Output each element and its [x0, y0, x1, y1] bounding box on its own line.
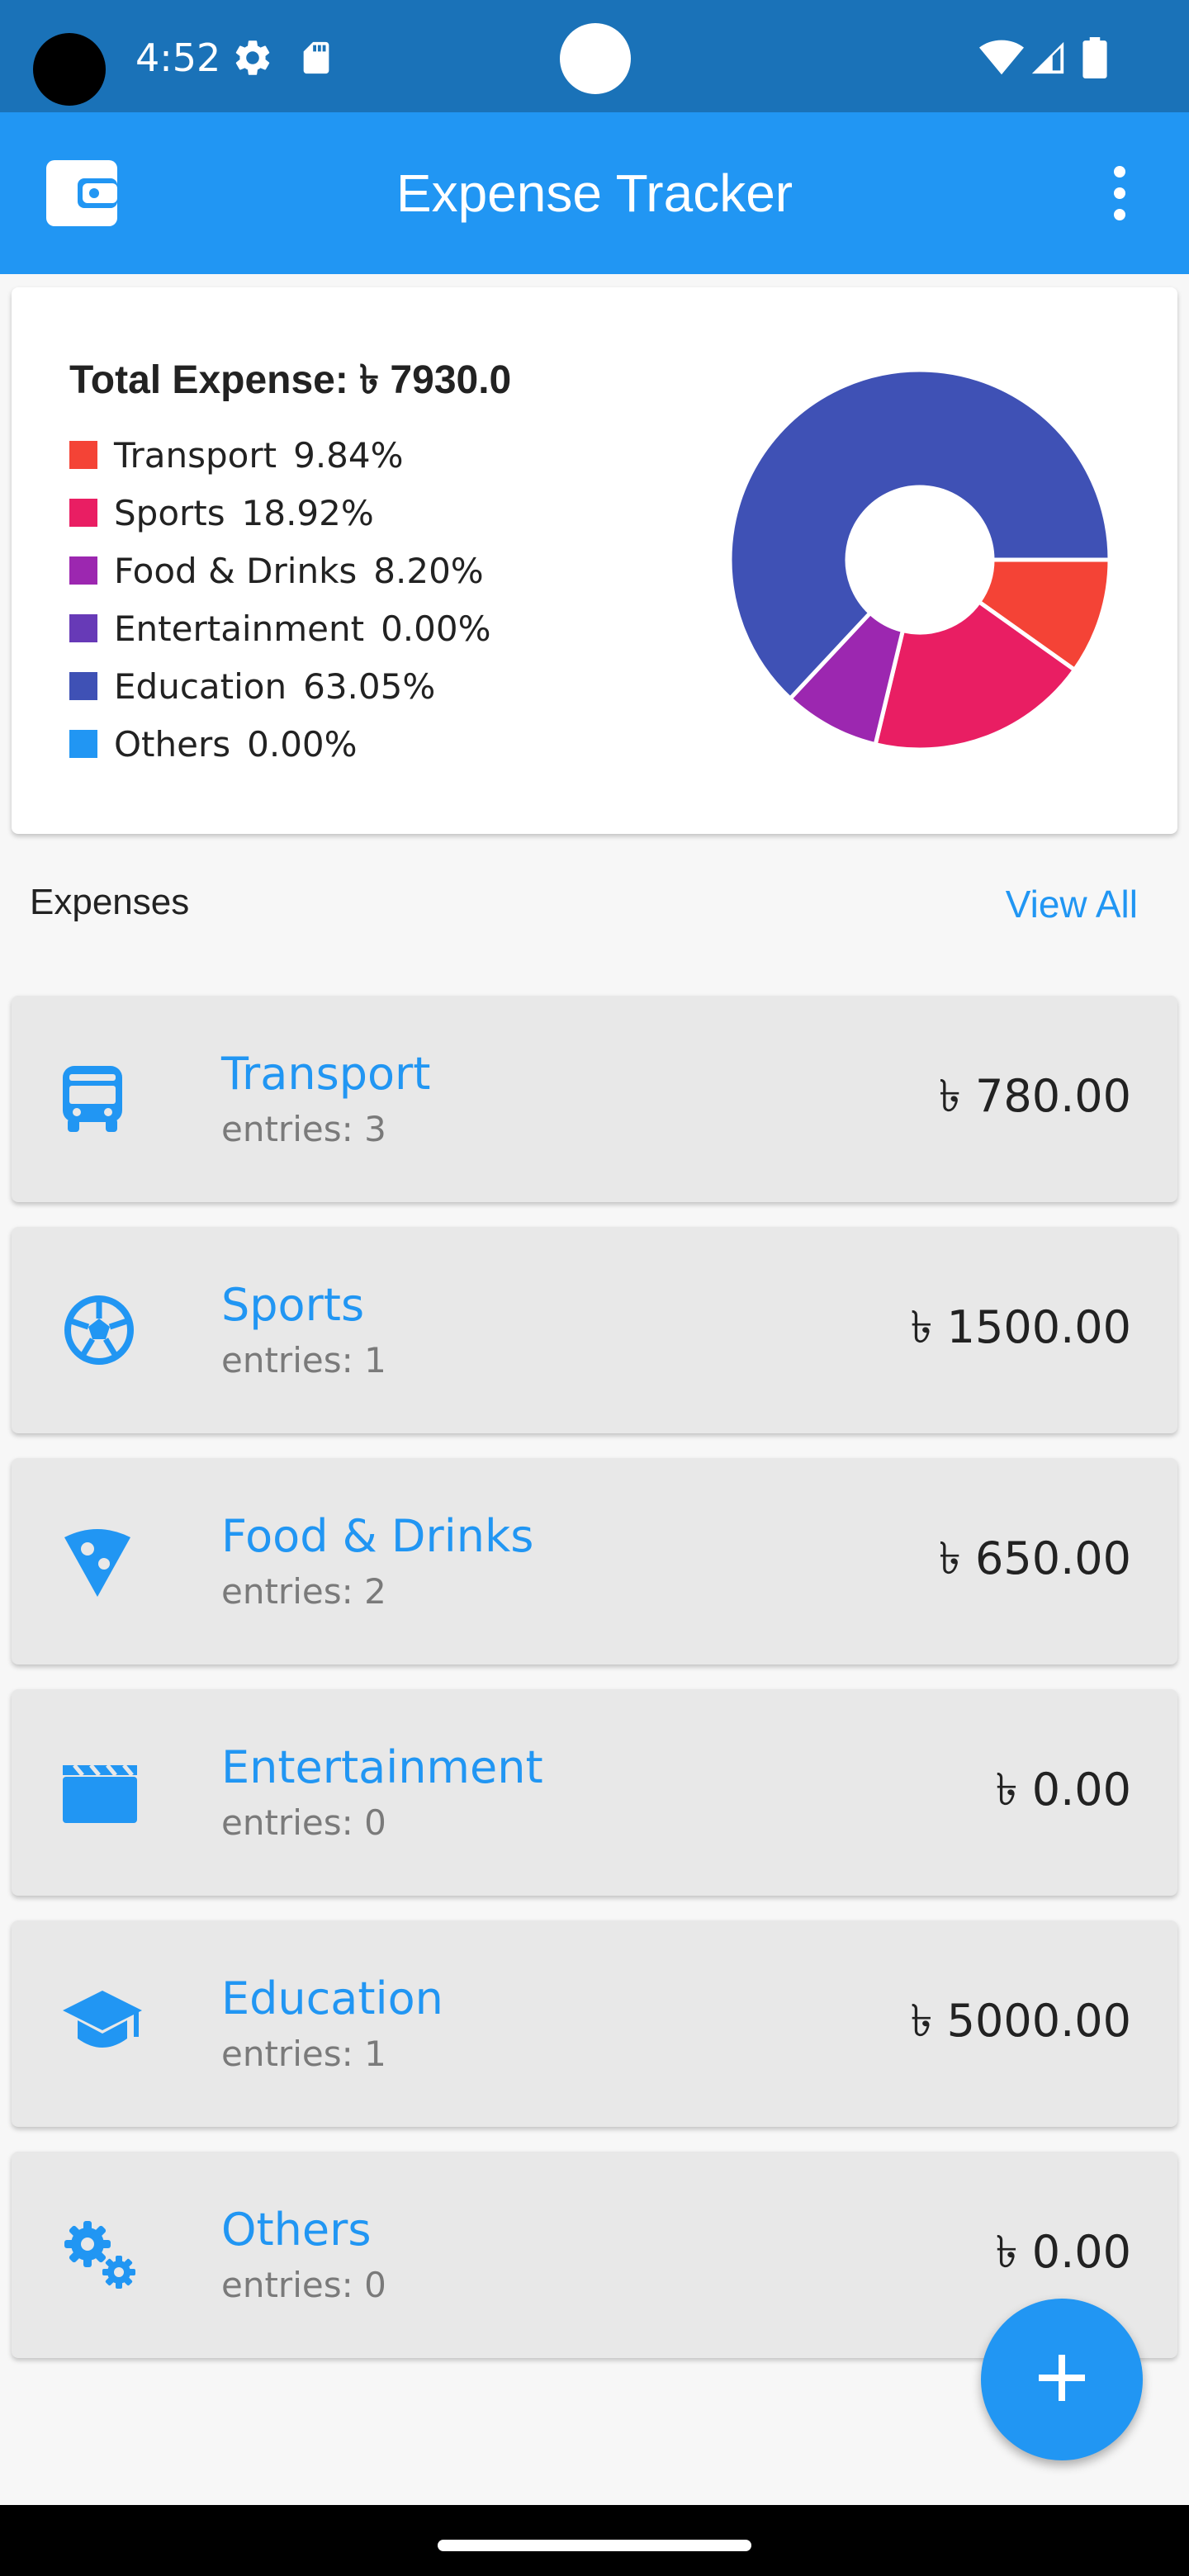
expense-category-name: Food & Drinks — [221, 1510, 534, 1562]
status-time: 4:52 — [135, 36, 221, 80]
legend-item: Education 63.05% — [69, 657, 491, 715]
legend-item: Transport 9.84% — [69, 426, 491, 484]
legend-swatch — [69, 556, 97, 585]
expense-entries-count: entries: 3 — [221, 1109, 386, 1149]
wifi-icon — [979, 33, 1024, 83]
expense-category-name: Sports — [221, 1279, 365, 1331]
legend-item: Sports 18.92% — [69, 484, 491, 542]
expense-entries-count: entries: 0 — [221, 2265, 386, 2305]
expenses-header: Expenses — [30, 882, 190, 922]
gears-icon — [63, 2152, 139, 2358]
expense-amount: ৳ 780.00 — [938, 1070, 1131, 1122]
view-all-link[interactable]: View All — [1006, 882, 1138, 926]
status-bar: 4:52 — [0, 0, 1189, 112]
legend-label: Entertainment — [114, 608, 365, 649]
list-item[interactable]: Transport entries: 3 ৳ 780.00 — [12, 996, 1177, 1202]
chart-legend: Transport 9.84% Sports 18.92% Food & Dri… — [69, 426, 491, 773]
expense-entries-count: entries: 1 — [221, 2034, 386, 2074]
expense-category-name: Education — [221, 1972, 443, 2024]
expense-entries-count: entries: 0 — [221, 1802, 386, 1843]
list-item[interactable]: Sports entries: 1 ৳ 1500.00 — [12, 1227, 1177, 1433]
legend-swatch — [69, 499, 97, 527]
legend-item: Food & Drinks 8.20% — [69, 542, 491, 599]
app-bar: Expense Tracker — [0, 112, 1189, 274]
home-gesture-handle[interactable] — [438, 2540, 751, 2551]
settings-gear-status-icon — [231, 33, 274, 83]
legend-swatch — [69, 730, 97, 758]
total-expense: Total Expense: ৳ 7930.0 — [69, 358, 512, 402]
legend-label: Transport — [114, 434, 277, 476]
legend-item: Entertainment 0.00% — [69, 599, 491, 657]
legend-percentage: 8.20% — [373, 550, 484, 591]
pizza-icon — [63, 1458, 132, 1664]
expense-list: Transport entries: 3 ৳ 780.00 Sports ent… — [12, 996, 1177, 2383]
legend-percentage: 9.84% — [293, 434, 404, 476]
legend-swatch — [69, 614, 97, 642]
add-expense-button[interactable] — [981, 2299, 1143, 2460]
signal-icon — [1029, 33, 1067, 83]
soccer-ball-icon — [63, 1227, 135, 1433]
bus-icon — [63, 996, 122, 1202]
legend-percentage: 0.00% — [381, 608, 491, 649]
status-center-dot — [560, 23, 631, 94]
legend-label: Sports — [114, 492, 225, 533]
summary-card: Total Expense: ৳ 7930.0 Transport 9.84% … — [12, 287, 1177, 834]
expense-category-name: Transport — [221, 1048, 431, 1100]
legend-item: Others 0.00% — [69, 715, 491, 773]
legend-percentage: 18.92% — [241, 492, 374, 533]
expense-amount: ৳ 650.00 — [938, 1532, 1131, 1584]
expense-entries-count: entries: 2 — [221, 1571, 386, 1612]
expense-amount: ৳ 1500.00 — [910, 1301, 1131, 1353]
camera-cutout — [33, 33, 106, 106]
sd-card-icon — [297, 33, 335, 83]
legend-label: Others — [114, 723, 231, 765]
legend-label: Food & Drinks — [114, 550, 358, 591]
plus-icon — [1039, 2355, 1085, 2404]
expense-category-name: Entertainment — [221, 1741, 543, 1793]
donut-chart — [727, 367, 1112, 752]
list-item[interactable]: Education entries: 1 ৳ 5000.00 — [12, 1920, 1177, 2127]
legend-percentage: 63.05% — [303, 665, 436, 707]
expense-amount: ৳ 0.00 — [995, 1764, 1131, 1816]
battery-icon — [1082, 33, 1108, 83]
app-title: Expense Tracker — [396, 163, 793, 223]
list-item[interactable]: Food & Drinks entries: 2 ৳ 650.00 — [12, 1458, 1177, 1664]
list-item[interactable]: Entertainment entries: 0 ৳ 0.00 — [12, 1689, 1177, 1896]
expense-amount: ৳ 5000.00 — [910, 1995, 1131, 2047]
legend-swatch — [69, 672, 97, 700]
legend-label: Education — [114, 665, 287, 707]
legend-swatch — [69, 441, 97, 469]
expense-entries-count: entries: 1 — [221, 1340, 386, 1380]
graduation-cap-icon — [63, 1920, 142, 2127]
more-options-icon[interactable] — [1106, 165, 1133, 225]
clapperboard-icon — [63, 1689, 137, 1896]
legend-percentage: 0.00% — [247, 723, 358, 765]
expense-category-name: Others — [221, 2204, 372, 2256]
